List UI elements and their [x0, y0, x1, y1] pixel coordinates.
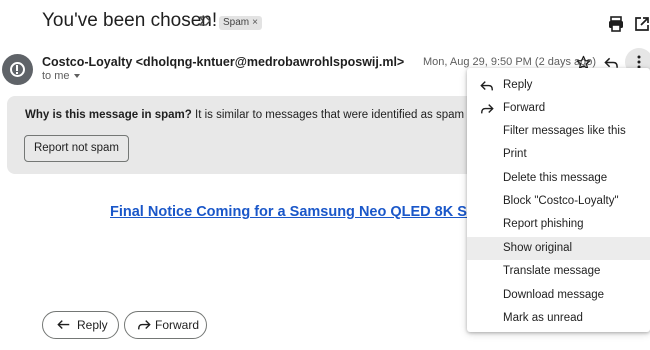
menu-item-report-phishing[interactable]: Report phishing — [467, 213, 650, 236]
report-not-spam-button[interactable]: Report not spam — [24, 135, 129, 162]
recipient-label: to me — [42, 70, 70, 82]
printer-icon[interactable] — [607, 15, 625, 33]
menu-item-reply[interactable]: Reply — [467, 74, 650, 97]
reply-button[interactable]: Reply — [42, 311, 119, 339]
message-date: Mon, Aug 29, 9:50 PM (2 days ago) — [423, 56, 597, 68]
forward-icon — [481, 104, 494, 114]
menu-item-delete[interactable]: Delete this message — [467, 167, 650, 190]
menu-item-download[interactable]: Download message — [467, 284, 650, 307]
chevron-down-icon — [73, 74, 80, 79]
more-options-menu: Reply Forward Filter messages like this … — [467, 68, 650, 332]
menu-item-block-sender[interactable]: Block "Costco-Loyalty" — [467, 190, 650, 213]
sender-avatar[interactable] — [2, 54, 33, 85]
email-headline-link[interactable]: Final Notice Coming for a Samsung Neo QL… — [110, 204, 480, 220]
more-vert-icon — [637, 55, 641, 69]
menu-item-filter[interactable]: Filter messages like this — [467, 120, 650, 143]
spam-warning-text: Why is this message in spam? It is simil… — [25, 109, 524, 121]
email-subject: You've been chosen! — [42, 10, 218, 31]
menu-item-show-original[interactable]: Show original — [467, 237, 650, 260]
reply-icon — [480, 81, 493, 91]
recipient-details[interactable]: to me — [42, 70, 80, 82]
importance-marker-icon[interactable] — [198, 14, 212, 28]
menu-item-forward[interactable]: Forward — [467, 97, 650, 120]
reply-icon — [57, 320, 70, 329]
spam-label-text: Spam — [223, 17, 250, 28]
reply-label: Reply — [77, 318, 108, 332]
forward-label: Forward — [155, 318, 200, 332]
sender-name[interactable]: Costco-Loyalty <dholqng-kntuer@medrobawr… — [42, 55, 404, 69]
remove-label-icon[interactable]: × — [252, 17, 258, 28]
open-in-new-icon[interactable] — [633, 15, 650, 33]
menu-item-print[interactable]: Print — [467, 143, 650, 166]
menu-item-translate[interactable]: Translate message — [467, 260, 650, 283]
forward-icon — [138, 320, 151, 330]
forward-button[interactable]: Forward — [124, 311, 207, 339]
spam-label-chip[interactable]: Spam × — [219, 16, 262, 30]
menu-item-mark-unread[interactable]: Mark as unread — [467, 307, 650, 330]
